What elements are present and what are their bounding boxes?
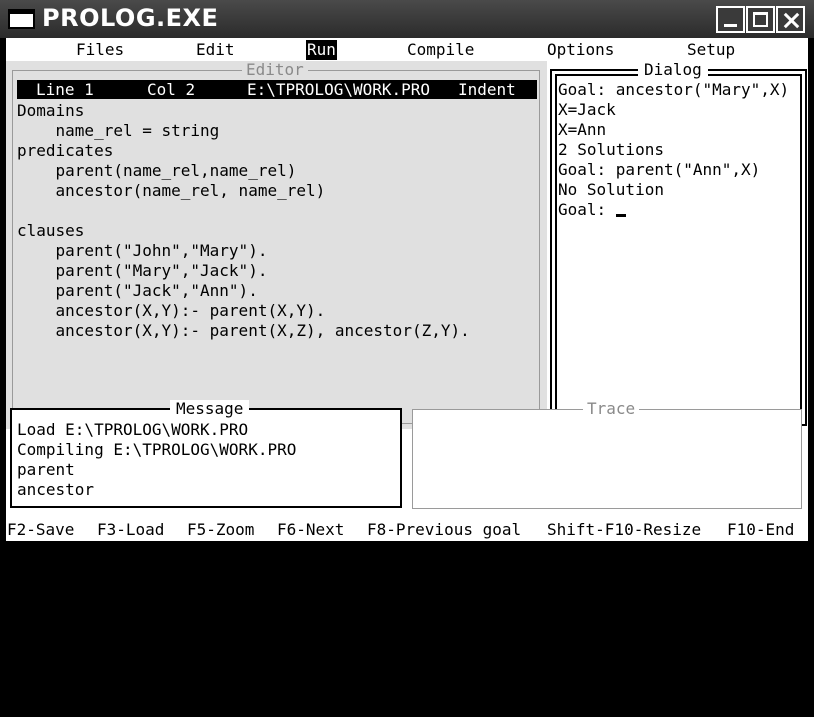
text-cursor	[615, 214, 626, 217]
message-line: ancestor	[17, 480, 95, 499]
message-text: Load E:\TPROLOG\WORK.PRO Compiling E:\TPR…	[17, 420, 296, 500]
menu-run[interactable]: Run	[306, 40, 337, 60]
dialog-line: 2 Solutions	[558, 140, 664, 159]
menu-bar: Files Edit Run Compile Options Setup	[6, 38, 808, 60]
message-line: parent	[17, 460, 75, 479]
close-button[interactable]	[776, 6, 805, 33]
function-key-bar: F2-Save F3-Load F5-Zoom F6-Next F8-Previ…	[6, 519, 808, 541]
status-indent-mode: Indent	[458, 80, 516, 99]
console-icon[interactable]	[8, 9, 35, 29]
code-line: ancestor(X,Y):- parent(X,Y).	[17, 301, 326, 320]
status-file-path: E:\TPROLOG\WORK.PRO	[247, 80, 431, 99]
app-window: PROLOG.EXE Files Edit Run Compile Option…	[0, 0, 814, 547]
minimize-icon	[724, 24, 737, 27]
dialog-window[interactable]: Dialog Goal: ancestor("Mary",X) X=Jack X=A…	[550, 61, 808, 429]
dialog-title: Dialog	[638, 61, 708, 79]
dialog-line: Goal:	[558, 200, 789, 220]
code-line: predicates	[17, 141, 114, 160]
minimize-button[interactable]	[716, 6, 745, 33]
menu-setup[interactable]: Setup	[687, 40, 735, 60]
fkey-end[interactable]: F10-End	[727, 519, 794, 541]
trace-title: Trace	[583, 400, 640, 418]
code-line: parent("John","Mary").	[17, 241, 268, 260]
code-line: name_rel = string	[17, 121, 220, 140]
code-line: parent(name_rel,name_rel)	[17, 161, 297, 180]
menu-compile[interactable]: Compile	[407, 40, 474, 60]
fkey-save[interactable]: F2-Save	[7, 519, 74, 541]
dialog-line: X=Ann	[558, 120, 607, 139]
dialog-line: Goal: parent("Ann",X)	[558, 160, 761, 179]
message-window: Message Load E:\TPROLOG\WORK.PRO Compilin…	[10, 400, 402, 508]
title-bar[interactable]: PROLOG.EXE	[0, 0, 814, 38]
editor-status-line: Line 1 Col 2 E:\TPROLOG\WORK.PRO Indent	[17, 80, 537, 99]
client-area: Files Edit Run Compile Options Setup Edi…	[6, 38, 808, 541]
dialog-line: X=Jack	[558, 100, 616, 119]
editor-title: Editor	[242, 61, 308, 79]
editor-text[interactable]: Domains name_rel = string predicates pare…	[17, 101, 470, 341]
message-line: Load E:\TPROLOG\WORK.PRO	[17, 420, 249, 439]
message-title: Message	[170, 400, 250, 418]
maximize-button[interactable]	[746, 6, 775, 33]
dialog-line: No Solution	[558, 180, 664, 199]
message-line: Compiling E:\TPROLOG\WORK.PRO	[17, 440, 297, 459]
fkey-zoom[interactable]: F5-Zoom	[187, 519, 254, 541]
trace-window: Trace	[412, 400, 802, 509]
status-column: Col 2	[147, 80, 196, 99]
dialog-text[interactable]: Goal: ancestor("Mary",X) X=Jack X=Ann 2 Sol…	[558, 80, 789, 220]
code-line: ancestor(name_rel, name_rel)	[17, 181, 326, 200]
fkey-resize[interactable]: Shift-F10-Resize	[547, 519, 701, 541]
window-title: PROLOG.EXE	[42, 4, 219, 32]
code-line: Domains	[17, 101, 85, 120]
maximize-icon	[753, 12, 768, 27]
fkey-load[interactable]: F3-Load	[97, 519, 164, 541]
code-line: ancestor(X,Y):- parent(X,Z), ancestor(Z,…	[17, 321, 470, 340]
code-line: clauses	[17, 221, 85, 240]
status-line-number: Line 1	[36, 80, 94, 99]
editor-window[interactable]: Editor Line 1 Col 2 E:\TPROLOG\WORK.PRO …	[6, 61, 547, 429]
menu-edit[interactable]: Edit	[196, 40, 235, 60]
menu-files[interactable]: Files	[76, 40, 124, 60]
fkey-next[interactable]: F6-Next	[277, 519, 344, 541]
dialog-line: Goal: ancestor("Mary",X)	[558, 80, 790, 99]
fkey-previous-goal[interactable]: F8-Previous goal	[367, 519, 521, 541]
code-line: parent("Jack","Ann").	[17, 281, 258, 300]
code-line: parent("Mary","Jack").	[17, 261, 268, 280]
menu-options[interactable]: Options	[547, 40, 614, 60]
